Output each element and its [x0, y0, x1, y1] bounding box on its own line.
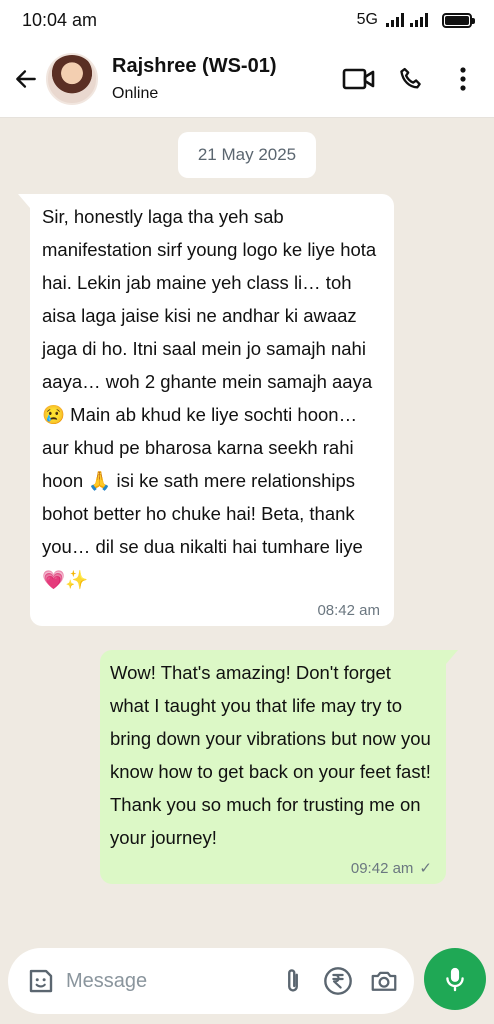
contact-info[interactable]: Rajshree (WS-01) Online: [112, 55, 342, 103]
chat-area[interactable]: 21 May 2025 Sir, honestly laga tha yeh s…: [0, 118, 494, 948]
message-meta: 09:42 am ✓: [351, 860, 432, 878]
status-time: 10:04 am: [22, 9, 98, 30]
rupee-payment-icon: [324, 967, 352, 995]
status-bar: 10:04 am 5G: [0, 0, 494, 40]
phone-icon: [400, 67, 421, 88]
signal-icon: [386, 13, 404, 27]
message-text: Sir, honestly laga tha yeh sab manifesta…: [42, 206, 377, 590]
battery-icon: [442, 12, 475, 28]
camera-button[interactable]: [368, 966, 400, 996]
message-bubble-incoming[interactable]: Sir, honestly laga tha yeh sab manifesta…: [18, 194, 394, 626]
composer: [8, 948, 414, 1014]
header-actions: [342, 62, 480, 96]
message-time: 09:42 am: [350, 860, 414, 877]
more-options-button[interactable]: [446, 62, 480, 96]
status-indicators: 5G: [356, 11, 475, 29]
avatar[interactable]: [46, 52, 98, 105]
signal-icon: [410, 13, 428, 27]
attach-icon: [288, 969, 298, 992]
back-button[interactable]: [6, 59, 46, 99]
voice-call-button[interactable]: [394, 62, 428, 96]
composer-bar: [0, 948, 494, 1024]
video-call-icon: [342, 68, 375, 89]
contact-status: Online: [112, 84, 159, 102]
voice-message-button[interactable]: [424, 948, 486, 1010]
sent-check-icon: ✓: [419, 860, 432, 877]
mic-icon: [446, 967, 464, 992]
camera-icon: [371, 971, 397, 991]
date-divider: 21 May 2025: [178, 132, 316, 178]
message-input[interactable]: [66, 969, 278, 993]
payment-button[interactable]: [322, 965, 354, 997]
sticker-button[interactable]: [26, 966, 56, 996]
attach-button[interactable]: [278, 965, 308, 997]
more-options-icon: [460, 66, 466, 91]
message-time: 08:42 am: [317, 602, 380, 619]
video-call-button[interactable]: [342, 62, 376, 96]
back-arrow-icon: [16, 69, 36, 88]
chat-header: Rajshree (WS-01) Online: [0, 40, 494, 118]
message-bubble-outgoing[interactable]: Wow! That's amazing! Don't forget what I…: [100, 650, 458, 884]
contact-name: Rajshree (WS-01): [112, 54, 277, 77]
composer-actions: [278, 965, 400, 997]
message-text: Wow! That's amazing! Don't forget what I…: [110, 662, 431, 848]
network-type: 5G: [356, 11, 378, 28]
message-meta: 08:42 am: [317, 602, 380, 620]
sticker-icon: [29, 969, 53, 993]
